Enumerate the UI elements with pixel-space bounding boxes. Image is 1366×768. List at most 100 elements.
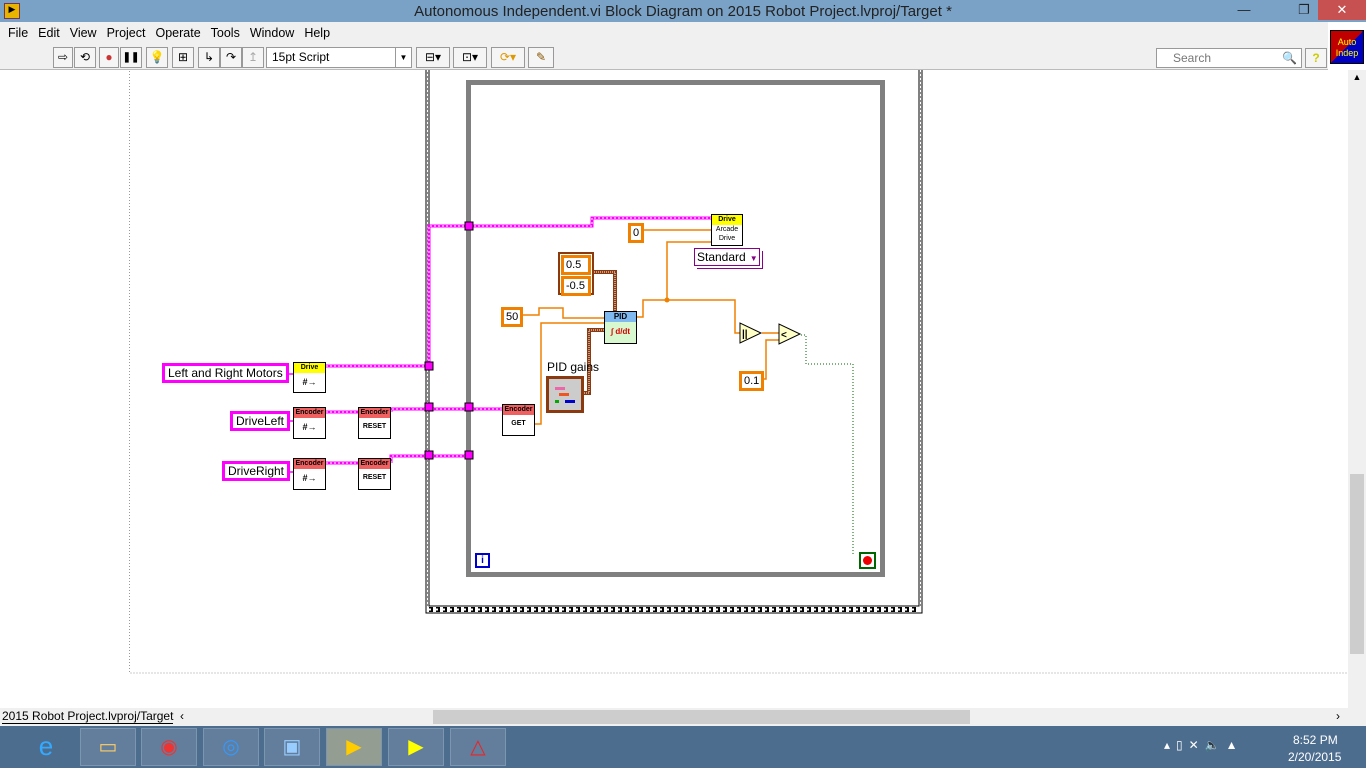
node-header: PID: [605, 312, 636, 322]
menu-file[interactable]: File: [3, 22, 33, 40]
horizontal-scrollbar-thumb[interactable]: [433, 710, 970, 724]
less-than-node[interactable]: <: [778, 323, 802, 345]
vi-icon-line2: Indep: [1335, 48, 1359, 58]
refnum-icon: #→: [302, 377, 317, 387]
reorder-button[interactable]: ⟳▾: [491, 47, 525, 68]
menu-edit[interactable]: Edit: [33, 22, 65, 40]
scroll-right-icon[interactable]: ›: [1336, 709, 1340, 723]
vi-icon-line1: Auto: [1337, 37, 1357, 47]
scrollbar-thumb[interactable]: [1350, 474, 1364, 654]
threshold-constant[interactable]: 0.1: [739, 371, 765, 391]
menu-window[interactable]: Window: [245, 22, 299, 40]
cleanup-diagram-button[interactable]: ✎: [528, 47, 554, 68]
search-icon[interactable]: 🔍: [1282, 49, 1297, 67]
refnum-wires: [284, 216, 711, 473]
minimize-button[interactable]: —: [1224, 0, 1264, 20]
drive-right-reference[interactable]: DriveRight: [222, 461, 291, 481]
menu-operate[interactable]: Operate: [150, 22, 205, 40]
step-out-button[interactable]: ↥: [242, 47, 264, 68]
toolbar: ⇨ ⟲ ● ❚❚ 💡 ⊞ ↳ ↷ ↥ 15pt Script ▼ ⊟▾ ⊡▾ ⟳▾…: [0, 44, 1328, 70]
output-low-constant[interactable]: -0.5: [561, 276, 591, 296]
block-diagram-canvas[interactable]: || < Left and Right Motors DriveLeft Dri…: [0, 70, 1348, 708]
encoder-right-reset-node[interactable]: Encoder RESET: [358, 458, 391, 490]
menu-view[interactable]: View: [65, 22, 102, 40]
first-dashboard-icon[interactable]: △: [450, 728, 506, 766]
scroll-up-icon[interactable]: ▲: [1348, 72, 1366, 82]
taskbar: e ▭ ◉ ◎ ▣ ▶ ▶ △ ▴▯✕🔈▲ 8:52 PM 2/20/2015: [0, 726, 1366, 768]
setpoint-constant[interactable]: 50: [501, 307, 524, 327]
iteration-terminal[interactable]: i: [475, 553, 490, 568]
menu-project[interactable]: Project: [102, 22, 151, 40]
clock-time[interactable]: 8:52 PM: [1293, 733, 1338, 747]
dropdown-arrow-icon: ▼: [749, 254, 758, 263]
vertical-scrollbar[interactable]: ▲: [1348, 70, 1366, 708]
system-tray-icons[interactable]: ▴▯✕🔈▲: [1164, 738, 1244, 752]
node-header: Drive: [294, 363, 325, 373]
font-select[interactable]: 15pt Script ▼: [266, 47, 412, 68]
motors-reference[interactable]: Left and Right Motors: [162, 363, 289, 383]
chevron-down-icon: ▼: [395, 48, 411, 67]
svg-text:||: ||: [742, 329, 748, 340]
menu-tools[interactable]: Tools: [206, 22, 245, 40]
encoder-right-refnum-get-node[interactable]: Encoder #→: [293, 458, 326, 490]
abort-button[interactable]: ●: [99, 47, 119, 68]
close-button[interactable]: ✕: [1318, 0, 1366, 20]
get-label: GET: [511, 420, 526, 427]
application-instance-label[interactable]: 2015 Robot Project.lvproj/Target: [2, 709, 174, 724]
pause-button[interactable]: ❚❚: [120, 47, 142, 68]
run-continuously-button[interactable]: ⟲: [74, 47, 96, 68]
control-panel-icon[interactable]: ▣: [264, 728, 320, 766]
file-explorer-icon[interactable]: ▭: [80, 728, 136, 766]
scroll-left-icon[interactable]: ‹: [180, 709, 184, 723]
pid-gains-label: PID gains: [547, 360, 600, 374]
help-button[interactable]: ?: [1305, 48, 1327, 68]
node-header: Encoder: [503, 405, 534, 415]
pid-vi-node[interactable]: PID ∫ d/dt: [604, 311, 637, 344]
distribute-objects-button[interactable]: ⊡▾: [453, 47, 487, 68]
stop-terminal[interactable]: [859, 552, 876, 569]
pid-icon: ∫ d/dt: [610, 327, 631, 336]
node-header: Drive: [712, 215, 742, 225]
flat-sequence-frame[interactable]: [425, 70, 923, 614]
retain-wire-values-button[interactable]: ⊞: [172, 47, 194, 68]
drive-left-reference[interactable]: DriveLeft: [230, 411, 291, 431]
refnum-icon: #→: [302, 422, 317, 432]
chrome-icon[interactable]: ◉: [141, 728, 197, 766]
enum-value: Standard: [697, 250, 746, 264]
refnum-icon: #→: [302, 473, 317, 483]
status-bar: 2015 Robot Project.lvproj/Target ‹ ›: [0, 708, 1366, 726]
node-header: Encoder: [359, 408, 390, 418]
internet-explorer-icon[interactable]: e: [18, 728, 74, 766]
absolute-value-node[interactable]: ||: [739, 322, 763, 344]
clock-date[interactable]: 2/20/2015: [1288, 750, 1341, 764]
font-value: 15pt Script: [272, 50, 330, 64]
labview-vi-icon[interactable]: ▶: [388, 728, 444, 766]
menu-help[interactable]: Help: [299, 22, 335, 40]
run-button[interactable]: ⇨: [53, 47, 73, 68]
node-header: Encoder: [294, 408, 325, 418]
encoder-get-node[interactable]: Encoder GET: [502, 404, 535, 436]
pid-gains-control[interactable]: [546, 376, 584, 413]
output-range-cluster[interactable]: 0.5 -0.5: [558, 252, 594, 296]
encoder-left-refnum-get-node[interactable]: Encoder #→: [293, 407, 326, 439]
output-high-constant[interactable]: 0.5: [561, 255, 591, 275]
window-title: Autonomous Independent.vi Block Diagram …: [414, 3, 952, 20]
search-input[interactable]: Search 🔍: [1156, 48, 1302, 68]
labview-icon[interactable]: ▶: [326, 728, 382, 766]
arcade-drive-node[interactable]: Drive Arcade Drive: [711, 214, 743, 246]
step-into-button[interactable]: ↳: [198, 47, 220, 68]
highlight-execution-button[interactable]: 💡: [146, 47, 168, 68]
search-placeholder: Search: [1173, 51, 1212, 65]
menu-bar: File Edit View Project Operate Tools Window Hel…: [0, 22, 1328, 44]
align-objects-button[interactable]: ⊟▾: [416, 47, 450, 68]
drive-type-enum[interactable]: Standard ▼: [694, 248, 760, 266]
wires: || <: [129, 70, 1348, 674]
title-bar: ▶ Autonomous Independent.vi Block Diagra…: [0, 0, 1366, 22]
step-over-button[interactable]: ↷: [220, 47, 242, 68]
encoder-left-reset-node[interactable]: Encoder RESET: [358, 407, 391, 439]
while-loop[interactable]: [466, 80, 885, 577]
drive-refnum-get-node[interactable]: Drive #→: [293, 362, 326, 393]
zero-constant[interactable]: 0: [628, 223, 645, 243]
media-player-icon[interactable]: ◎: [203, 728, 259, 766]
vi-icon[interactable]: Auto Indep: [1330, 30, 1364, 64]
